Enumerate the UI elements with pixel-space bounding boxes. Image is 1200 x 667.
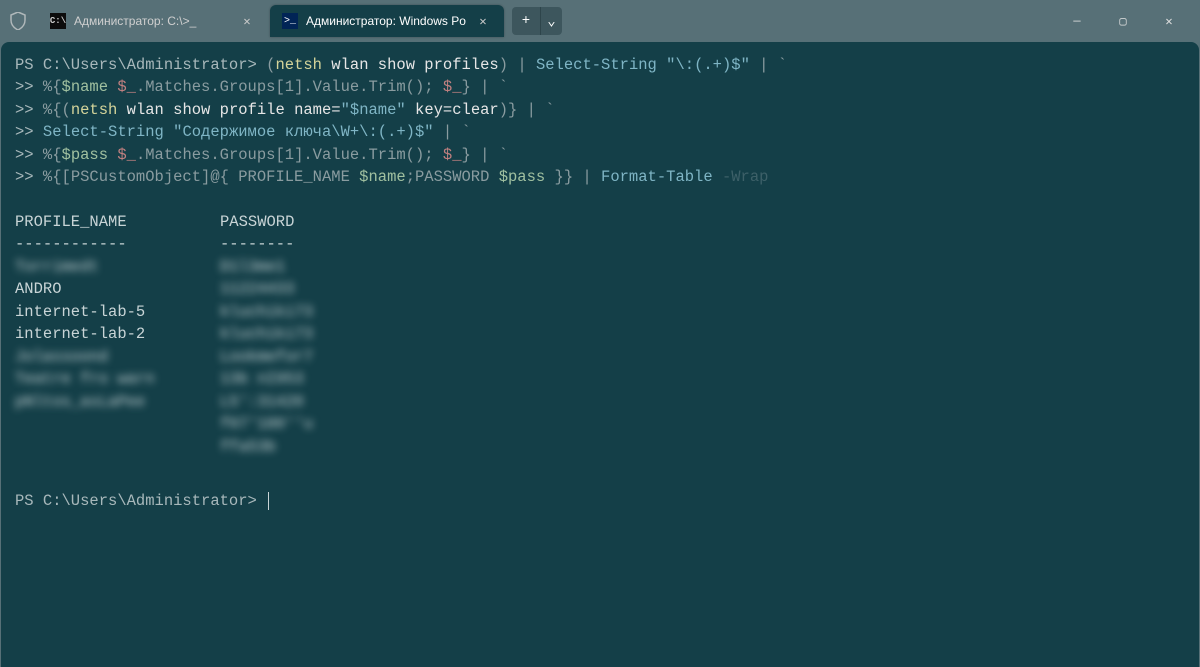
password-cell: ffa53b [220,436,276,458]
terminal-body[interactable]: PS C:\Users\Administrator> (netsh wlan s… [1,42,1199,667]
code-line: >> %{$name $_.Matches.Groups[1].Value.Tr… [15,76,1185,98]
profile-name-cell: ANDRO [15,278,220,300]
titlebar: C:\ Администратор: C:\>_ ✕ >_ Администра… [0,0,1200,42]
table-row: JolassoondLookmefor7 [15,346,1185,368]
profile-name-cell: Jolassoond [15,346,220,368]
code-line: >> %{(netsh wlan show profile name="$nam… [15,99,1185,121]
shield-icon [8,11,28,31]
password-cell: kluchiki73 [220,323,313,345]
table-row: pNltos_asLaPeeL5':31420 [15,391,1185,413]
profile-name-cell: internet-lab-5 [15,301,220,323]
profile-name-cell: pNltos_asLaPee [15,391,220,413]
table-row: ANDRO11224433 [15,278,1185,300]
password-cell: f07'180''u [220,413,313,435]
password-cell: 11224433 [220,278,294,300]
window-controls: — ▢ ✕ [1054,0,1192,42]
profile-name-cell: internet-lab-2 [15,323,220,345]
password-cell: D1l3me1 [220,256,285,278]
minimize-button[interactable]: — [1054,0,1100,42]
newtab-group: + ⌄ [512,7,562,35]
tab-powershell[interactable]: >_ Администратор: Windows Po ✕ [270,5,504,37]
cursor [268,492,269,510]
profile-name-cell: Teatre fro warn [15,368,220,390]
table-row: internet-lab-2kluchiki73 [15,323,1185,345]
password-cell: kluchiki73 [220,301,313,323]
code-line: >> Select-String "Содержимое ключа\W+\:(… [15,121,1185,143]
tab-dropdown-button[interactable]: ⌄ [540,7,562,35]
password-cell: Lookmefor7 [220,346,313,368]
password-cell: 13b nI953 [220,368,304,390]
password-cell: L5':31420 [220,391,304,413]
new-tab-button[interactable]: + [512,7,540,35]
table-header: PROFILE_NAME PASSWORD [15,211,1185,233]
code-line: >> %{$pass $_.Matches.Groups[1].Value.Tr… [15,144,1185,166]
table-row: ffa53b [15,436,1185,458]
code-line: PS C:\Users\Administrator> (netsh wlan s… [15,54,1185,76]
table-row: Teatre fro warn13b nI953 [15,368,1185,390]
tab-label: Администратор: Windows Po [306,14,466,28]
cmd-icon: C:\ [50,13,66,29]
output-table: PROFILE_NAME PASSWORD ------------ -----… [15,211,1185,458]
maximize-button[interactable]: ▢ [1100,0,1146,42]
close-icon[interactable]: ✕ [238,12,256,30]
profile-name-cell [15,436,220,458]
tab-label: Администратор: C:\>_ [74,14,230,28]
powershell-icon: >_ [282,13,298,29]
code-line: >> %{[PSCustomObject]@{ PROFILE_NAME $na… [15,166,1185,188]
table-row: f07'180''u [15,413,1185,435]
table-row: internet-lab-5kluchiki73 [15,301,1185,323]
close-button[interactable]: ✕ [1146,0,1192,42]
close-icon[interactable]: ✕ [474,12,492,30]
profile-name-cell: Torrimedt [15,256,220,278]
tabs-container: C:\ Администратор: C:\>_ ✕ >_ Администра… [38,0,562,42]
profile-name-cell [15,413,220,435]
table-row: TorrimedtD1l3me1 [15,256,1185,278]
prompt-line: PS C:\Users\Administrator> [15,490,1185,512]
table-divider: ------------ -------- [15,233,1185,255]
tab-cmd[interactable]: C:\ Администратор: C:\>_ ✕ [38,5,268,37]
